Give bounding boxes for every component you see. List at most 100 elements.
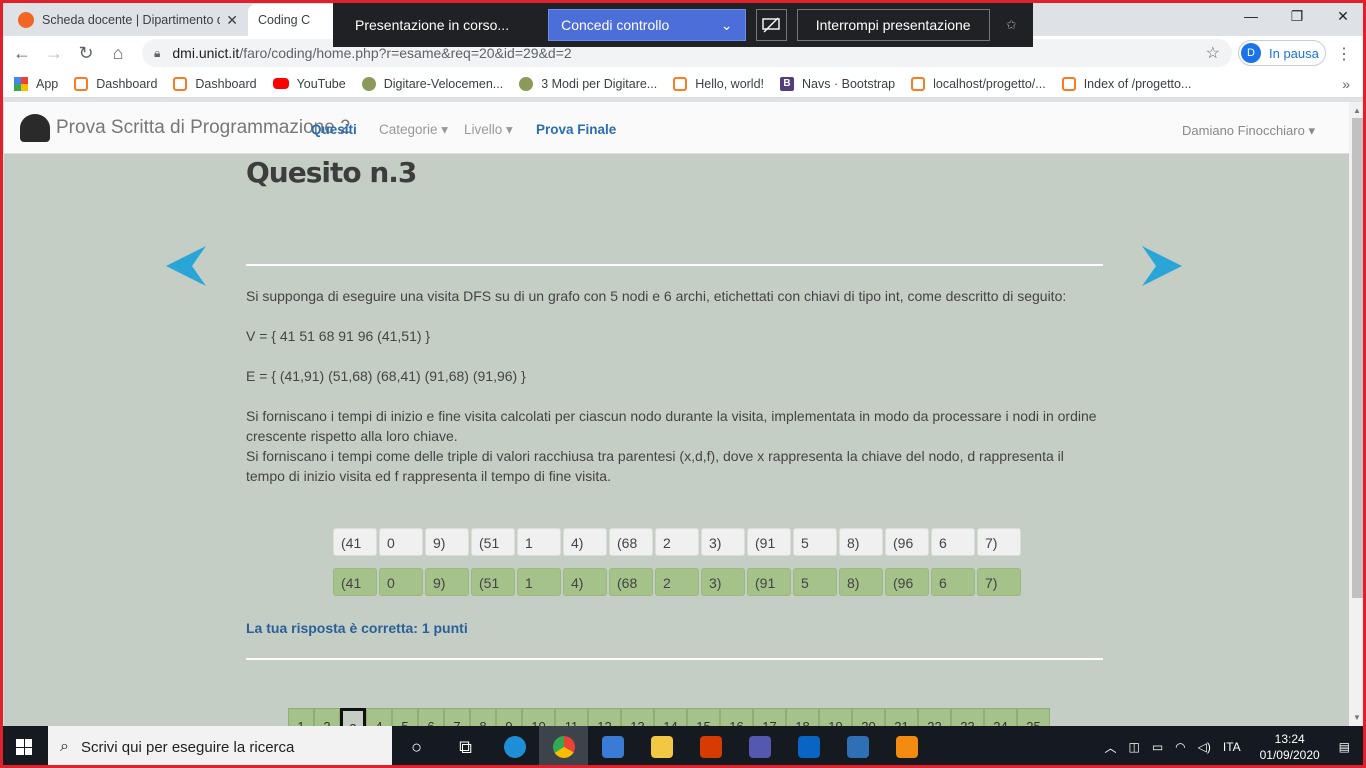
minimize-button[interactable]: — <box>1228 0 1274 32</box>
office-icon[interactable] <box>686 726 735 768</box>
taskbar-search[interactable]: ⌕ Scrivi qui per eseguire la ricerca <box>48 726 392 768</box>
bookmark-item[interactable]: YouTube <box>272 77 346 91</box>
answer-cell-input[interactable]: 8) <box>839 528 883 556</box>
answer-cell-input[interactable]: 5 <box>793 528 837 556</box>
file-explorer-icon[interactable] <box>637 726 686 768</box>
page-scrollbar[interactable]: ▲ ▼ <box>1349 102 1366 726</box>
pager-item[interactable]: 12 <box>588 708 621 726</box>
pager-item[interactable]: 3 <box>340 708 366 726</box>
pager-item[interactable]: 9 <box>496 708 522 726</box>
user-menu[interactable]: Damiano Finocchiaro ▾ <box>1182 123 1315 139</box>
back-icon[interactable]: ← <box>6 43 38 64</box>
answer-cell-input[interactable]: 6 <box>931 528 975 556</box>
pager-item[interactable]: 21 <box>885 708 918 726</box>
home-icon[interactable]: ⌂ <box>102 43 134 64</box>
clock[interactable]: 13:24 01/09/2020 <box>1255 731 1325 763</box>
volume-icon[interactable]: ◁) <box>1198 740 1211 754</box>
nav-categorie[interactable]: Categorie ▾ <box>379 122 448 138</box>
close-window-button[interactable]: ✕ <box>1320 0 1366 32</box>
store-icon[interactable] <box>588 726 637 768</box>
network-icon[interactable]: ◫ <box>1128 740 1139 754</box>
pager-item[interactable]: 18 <box>786 708 819 726</box>
nav-quesiti[interactable]: Quesiti <box>311 122 357 137</box>
prev-question-arrow-icon[interactable] <box>164 244 208 288</box>
pager-item[interactable]: 19 <box>819 708 852 726</box>
bookmark-item[interactable]: Dashboard <box>74 76 157 91</box>
nav-prova-finale[interactable]: Prova Finale <box>536 122 616 137</box>
next-question-arrow-icon[interactable] <box>1140 244 1184 288</box>
pager-item[interactable]: 20 <box>852 708 885 726</box>
answer-cell-input[interactable]: 7) <box>977 528 1021 556</box>
answer-cell-input[interactable]: 9) <box>425 528 469 556</box>
battery-icon[interactable]: ▭ <box>1152 740 1163 754</box>
task-view-icon[interactable]: ⧉ <box>441 726 490 768</box>
wifi-icon[interactable]: ◠ <box>1175 740 1185 754</box>
nav-livello[interactable]: Livello ▾ <box>464 122 513 138</box>
menu-icon[interactable]: ⋮ <box>1336 44 1352 64</box>
bookmark-star-icon[interactable]: ☆ <box>1206 43 1220 63</box>
bookmark-item[interactable]: App <box>14 76 58 91</box>
stop-presentation-button[interactable]: Interrompi presentazione <box>796 9 990 41</box>
answer-cell-input[interactable]: (96 <box>885 528 929 556</box>
stop-screen-share-icon[interactable] <box>755 9 787 41</box>
bookmark-item[interactable]: Index of /progetto... <box>1061 76 1191 91</box>
chrome-icon[interactable] <box>539 726 588 768</box>
pager-item[interactable]: 23 <box>951 708 984 726</box>
pager-item[interactable]: 5 <box>392 708 418 726</box>
bookmark-item[interactable]: localhost/progetto/... <box>911 76 1046 91</box>
pager-item[interactable]: 16 <box>720 708 753 726</box>
pager-item[interactable]: 13 <box>621 708 654 726</box>
bookmark-item[interactable]: B Navs · Bootstrap <box>780 76 895 91</box>
scroll-down-icon[interactable]: ▼ <box>1353 713 1361 722</box>
pager-item[interactable]: 15 <box>687 708 720 726</box>
tab-close-icon[interactable]: ✕ <box>226 12 238 29</box>
forward-icon[interactable]: → <box>38 43 70 64</box>
edge-icon[interactable] <box>490 726 539 768</box>
pager-item[interactable]: 22 <box>918 708 951 726</box>
pager-item[interactable]: 2 <box>314 708 340 726</box>
start-button[interactable] <box>0 726 48 768</box>
pager-item[interactable]: 6 <box>418 708 444 726</box>
pager-item[interactable]: 24 <box>984 708 1017 726</box>
mail-icon[interactable] <box>784 726 833 768</box>
bookmark-item[interactable]: 3 Modi per Digitare... <box>519 76 657 91</box>
language-indicator[interactable]: ITA <box>1223 740 1241 754</box>
tray-chevron-icon[interactable]: ︿ <box>1104 739 1116 756</box>
notifications-icon[interactable]: ▤ <box>1339 740 1350 754</box>
bookmark-item[interactable]: Hello, world! <box>673 76 764 91</box>
devcpp-icon[interactable] <box>833 726 882 768</box>
pager-item[interactable]: 25 <box>1017 708 1050 726</box>
pager-item[interactable]: 10 <box>522 708 555 726</box>
answer-cell-input[interactable]: 3) <box>701 528 745 556</box>
teams-icon[interactable] <box>735 726 784 768</box>
answer-cell-input[interactable]: 4) <box>563 528 607 556</box>
reload-icon[interactable]: ↻ <box>70 43 102 64</box>
pager-item[interactable]: 7 <box>444 708 470 726</box>
answer-cell-input[interactable]: (68 <box>609 528 653 556</box>
sublime-text-icon[interactable] <box>882 726 931 768</box>
profile-button[interactable]: D In pausa <box>1238 40 1326 66</box>
answer-cell-input[interactable]: 1 <box>517 528 561 556</box>
tab-coding[interactable]: Coding C <box>248 4 338 36</box>
brand[interactable]: Prova Scritta di Programmazione 2 <box>20 114 351 142</box>
pager-item[interactable]: 1 <box>288 708 314 726</box>
pager-item[interactable]: 17 <box>753 708 786 726</box>
restore-button[interactable]: ❐ <box>1274 0 1320 32</box>
scroll-up-icon[interactable]: ▲ <box>1353 106 1361 115</box>
pager-item[interactable]: 14 <box>654 708 687 726</box>
answer-cell-input[interactable]: 0 <box>379 528 423 556</box>
bookmark-item[interactable]: Dashboard <box>173 76 257 91</box>
bookmark-item[interactable]: Digitare-Velocemen... <box>361 76 503 91</box>
scrollbar-thumb[interactable] <box>1352 118 1363 598</box>
answer-cell-input[interactable]: (91 <box>747 528 791 556</box>
pin-icon[interactable]: ✩ <box>1000 17 1023 33</box>
grant-control-button[interactable]: Concedi controllo ⌄ <box>548 9 746 41</box>
answer-cell-input[interactable]: 2 <box>655 528 699 556</box>
tab-scheda-docente[interactable]: Scheda docente | Dipartimento di ✕ <box>8 4 248 36</box>
pager-item[interactable]: 11 <box>555 708 588 726</box>
answer-cell-input[interactable]: (41 <box>333 528 377 556</box>
cortana-icon[interactable]: ○ <box>392 726 441 768</box>
pager-item[interactable]: 8 <box>470 708 496 726</box>
pager-item[interactable]: 4 <box>366 708 392 726</box>
bookmarks-overflow-icon[interactable]: » <box>1342 76 1350 92</box>
